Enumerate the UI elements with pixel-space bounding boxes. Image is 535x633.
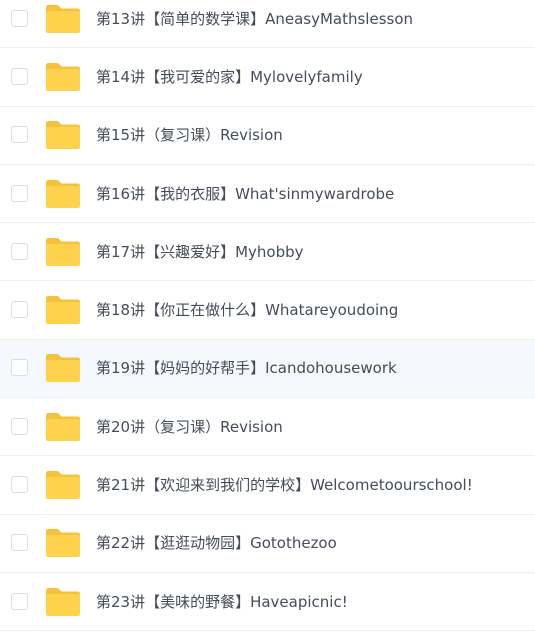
folder-icon xyxy=(45,295,81,325)
file-row[interactable]: 第22讲【逛逛动物园】Gotothezoo xyxy=(0,514,535,573)
file-row[interactable]: 第14讲【我可爱的家】Mylovelyfamily xyxy=(0,48,535,107)
row-checkbox[interactable] xyxy=(11,301,28,319)
file-name[interactable]: 第13讲【简单的数学课】AneasyMathslesson xyxy=(96,9,413,29)
folder-icon xyxy=(45,353,81,383)
folder-icon xyxy=(45,528,81,558)
row-checkbox[interactable] xyxy=(11,9,28,27)
folder-icon xyxy=(45,470,81,500)
row-checkbox[interactable] xyxy=(11,359,28,377)
folder-icon xyxy=(45,120,81,150)
file-row[interactable]: 第15讲（复习课）Revision xyxy=(0,106,535,165)
file-name[interactable]: 第21讲【欢迎来到我们的学校】Welcometoourschool! xyxy=(96,475,473,495)
row-checkbox[interactable] xyxy=(11,184,28,202)
file-name[interactable]: 第23讲【美味的野餐】Haveapicnic! xyxy=(96,592,348,612)
file-name[interactable]: 第18讲【你正在做什么】Whatareyoudoing xyxy=(96,300,398,320)
row-checkbox[interactable] xyxy=(11,476,28,494)
row-checkbox[interactable] xyxy=(11,534,28,552)
row-checkbox[interactable] xyxy=(11,126,28,144)
file-row-hovered[interactable]: 第19讲【妈妈的好帮手】Icandohousework xyxy=(0,339,535,399)
folder-icon xyxy=(45,412,81,442)
file-row[interactable]: 第18讲【你正在做什么】Whatareyoudoing xyxy=(0,281,535,340)
folder-icon xyxy=(45,4,81,34)
row-checkbox[interactable] xyxy=(11,592,28,610)
row-checkbox[interactable] xyxy=(11,242,28,260)
file-name[interactable]: 第20讲（复习课）Revision xyxy=(96,417,283,437)
file-row[interactable]: 第16讲【我的衣服】What'sinmywardrobe xyxy=(0,164,535,224)
file-name[interactable]: 第19讲【妈妈的好帮手】Icandohousework xyxy=(96,358,397,378)
file-name[interactable]: 第16讲【我的衣服】What'sinmywardrobe xyxy=(96,184,394,204)
file-list: 第13讲【简单的数学课】AneasyMathslesson 第14讲【我可爱的家… xyxy=(0,0,535,632)
row-checkbox[interactable] xyxy=(11,67,28,85)
file-row[interactable]: 第23讲【美味的野餐】Haveapicnic! xyxy=(0,572,535,632)
file-row[interactable]: 第21讲【欢迎来到我们的学校】Welcometoourschool! xyxy=(0,456,535,515)
row-checkbox[interactable] xyxy=(11,417,28,435)
file-row[interactable]: 第17讲【兴趣爱好】Myhobby xyxy=(0,223,535,282)
file-row[interactable]: 第13讲【简单的数学课】AneasyMathslesson xyxy=(0,0,535,49)
file-row[interactable]: 第20讲（复习课）Revision xyxy=(0,398,535,457)
file-name[interactable]: 第17讲【兴趣爱好】Myhobby xyxy=(96,242,304,262)
folder-icon xyxy=(45,237,81,267)
folder-icon xyxy=(45,179,81,209)
file-name[interactable]: 第14讲【我可爱的家】Mylovelyfamily xyxy=(96,67,363,87)
folder-icon xyxy=(45,62,81,92)
folder-icon xyxy=(45,587,81,617)
file-name[interactable]: 第22讲【逛逛动物园】Gotothezoo xyxy=(96,533,337,553)
file-name[interactable]: 第15讲（复习课）Revision xyxy=(96,125,283,145)
